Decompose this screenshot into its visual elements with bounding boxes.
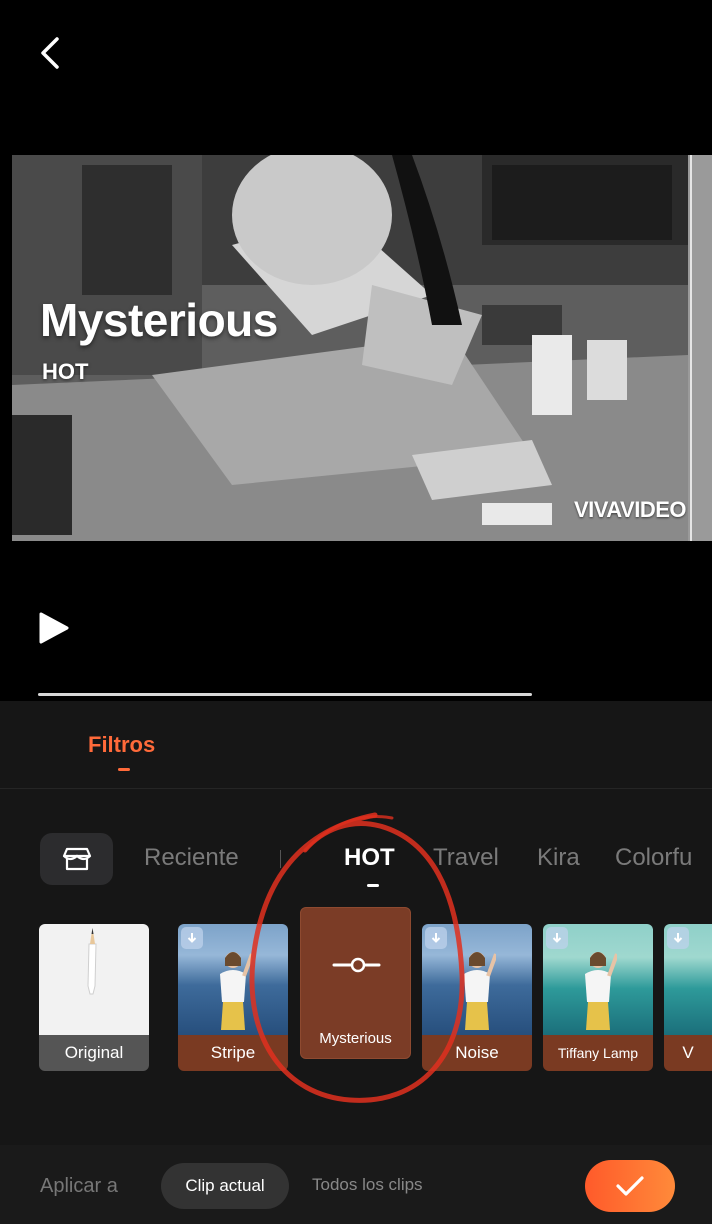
apply-bar: Aplicar a Clip actual Todos los clips — [0, 1145, 712, 1224]
category-travel[interactable]: Travel — [433, 844, 499, 872]
progress-track[interactable] — [38, 693, 532, 696]
panel-header: Filtros — [0, 701, 712, 789]
download-icon — [673, 933, 683, 943]
back-button[interactable] — [30, 30, 70, 76]
download-badge — [546, 927, 568, 949]
preview-image — [12, 155, 688, 541]
download-badge — [667, 927, 689, 949]
category-reciente[interactable]: Reciente — [144, 844, 239, 872]
download-badge — [425, 927, 447, 949]
filter-subtitle-overlay: HOT — [42, 359, 89, 384]
filter-label: Mysterious — [319, 1029, 392, 1047]
next-clip-edge — [688, 155, 712, 541]
checkmark-icon — [616, 1176, 644, 1196]
video-preview[interactable]: Mysterious HOT VIVAVIDEO — [12, 155, 688, 541]
adjust-slider-icon — [332, 957, 381, 973]
category-kira[interactable]: Kira — [537, 844, 580, 872]
play-button[interactable] — [36, 611, 72, 647]
player-controls — [0, 541, 712, 701]
filter-stripe[interactable]: Stripe — [178, 924, 288, 1071]
category-divider — [280, 850, 281, 868]
apply-to-label: Aplicar a — [40, 1175, 118, 1197]
all-clips-chip[interactable]: Todos los clips — [312, 1175, 423, 1195]
person-image — [464, 952, 496, 1030]
current-clip-chip[interactable]: Clip actual — [161, 1163, 289, 1209]
download-icon — [431, 933, 441, 943]
tab-filtros[interactable]: Filtros — [88, 732, 155, 758]
watermark: VIVAVIDEO — [573, 497, 687, 522]
filter-thumbnail — [39, 924, 149, 1035]
filter-title-overlay: Mysterious — [40, 294, 278, 346]
play-icon — [39, 612, 69, 644]
filter-label: Noise — [422, 1035, 532, 1071]
filter-next-partial[interactable]: V — [664, 924, 712, 1071]
top-bar — [0, 0, 712, 155]
filter-original[interactable]: Original — [39, 924, 149, 1071]
filter-label: Original — [39, 1035, 149, 1071]
download-badge — [181, 927, 203, 949]
confirm-button[interactable] — [585, 1160, 675, 1212]
filter-label: Stripe — [178, 1035, 288, 1071]
pencil-image — [87, 928, 97, 995]
filter-label: Tiffany Lamp — [543, 1035, 653, 1071]
filter-noise[interactable]: Noise — [422, 924, 532, 1071]
download-icon — [187, 933, 197, 943]
tab-indicator — [118, 768, 130, 771]
category-indicator — [367, 884, 379, 887]
filter-mysterious-selected[interactable]: Mysterious — [300, 907, 411, 1059]
filter-tiffany-lamp[interactable]: Tiffany Lamp — [543, 924, 653, 1071]
filter-label: V — [664, 1035, 712, 1071]
category-colorful[interactable]: Colorfu — [615, 844, 692, 872]
person-image — [220, 952, 252, 1030]
download-icon — [552, 933, 562, 943]
person-image — [585, 952, 617, 1030]
category-strip: Reciente HOT Travel Kira Colorfu — [0, 821, 712, 901]
category-hot[interactable]: HOT — [344, 844, 395, 872]
chevron-left-icon — [41, 37, 59, 69]
